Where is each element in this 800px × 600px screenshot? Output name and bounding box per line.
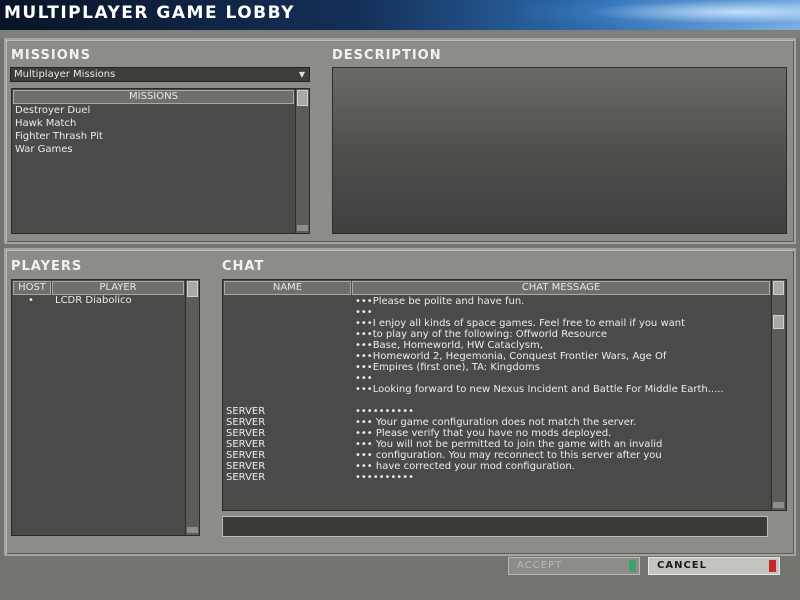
chat-message-text: •••Base, Homeworld, HW Cataclysm, xyxy=(355,340,543,351)
cancel-button-label: CANCEL xyxy=(657,560,707,571)
player-host-indicator: • xyxy=(28,295,34,306)
mission-type-value: Multiplayer Missions xyxy=(14,69,116,80)
players-col-host[interactable]: HOST xyxy=(13,281,51,295)
chevron-down-icon[interactable]: ▼ xyxy=(299,68,305,81)
missions-scrollbar[interactable] xyxy=(295,89,309,233)
chat-message-sender: SERVER xyxy=(226,428,266,439)
cancel-status-indicator xyxy=(769,560,776,572)
accept-button[interactable]: ACCEPT xyxy=(508,557,640,575)
description-box xyxy=(332,67,787,234)
chat-message-text: ••• have corrected your mod configuratio… xyxy=(355,461,575,472)
chat-message-sender: SERVER xyxy=(226,439,266,450)
chat-heading: CHAT xyxy=(222,259,265,274)
chat-scrollbar[interactable] xyxy=(771,280,785,510)
chat-message-text: ••• Your game configuration does not mat… xyxy=(355,417,637,428)
players-heading: PLAYERS xyxy=(11,259,83,274)
player-name[interactable]: LCDR Diabolico xyxy=(55,295,132,306)
title-bar-glow xyxy=(500,0,800,30)
chat-message-text: •••to play any of the following: Offworl… xyxy=(355,329,608,340)
chat-scrollbar-position[interactable] xyxy=(773,315,784,329)
chat-message-text: ••• xyxy=(355,307,373,318)
chat-message-text: •••Empires (first one), TA: Kingdoms xyxy=(355,362,540,373)
chat-message-text: •••Looking forward to new Nexus Incident… xyxy=(355,384,724,395)
chat-col-message[interactable]: CHAT MESSAGE xyxy=(352,281,770,295)
chat-message-sender: SERVER xyxy=(226,417,266,428)
chat-message-text: ••• You will not be permitted to join th… xyxy=(355,439,663,450)
chat-input[interactable] xyxy=(222,516,768,537)
players-scroll-down-arrow[interactable] xyxy=(187,527,198,533)
players-scrollbar[interactable] xyxy=(185,280,199,535)
mission-item[interactable]: Destroyer Duel xyxy=(15,105,90,116)
chat-col-name[interactable]: NAME xyxy=(224,281,351,295)
accept-button-label: ACCEPT xyxy=(517,560,563,571)
chat-message-text: ••• Please verify that you have no mods … xyxy=(355,428,612,439)
frame-top-border xyxy=(0,30,800,38)
window-title: MULTIPLAYER GAME LOBBY xyxy=(4,3,295,23)
chat-message-text: •••I enjoy all kinds of space games. Fee… xyxy=(355,318,686,329)
missions-scroll-down-arrow[interactable] xyxy=(297,225,308,231)
chat-scrollbar-thumb[interactable] xyxy=(773,281,784,295)
chat-message-text: •••Please be polite and have fun. xyxy=(355,296,525,307)
accept-status-indicator xyxy=(629,560,636,572)
chat-message-text: ••• xyxy=(355,373,373,384)
missions-heading: MISSIONS xyxy=(11,48,92,63)
missions-list-header[interactable]: MISSIONS xyxy=(13,90,294,104)
chat-log[interactable] xyxy=(222,279,787,511)
cancel-button[interactable]: CANCEL xyxy=(648,557,780,575)
players-col-player[interactable]: PLAYER xyxy=(52,281,184,295)
chat-message-text: ••• configuration. You may reconnect to … xyxy=(355,450,662,461)
chat-message-sender: SERVER xyxy=(226,450,266,461)
chat-message-sender: SERVER xyxy=(226,461,266,472)
chat-message-text: •••Homeworld 2, Hegemonia, Conquest Fron… xyxy=(355,351,667,362)
chat-scroll-down-arrow[interactable] xyxy=(773,502,784,508)
players-list[interactable] xyxy=(11,279,200,536)
mission-item[interactable]: Hawk Match xyxy=(15,118,76,129)
chat-message-text: •••••••••• xyxy=(355,472,414,483)
mission-item[interactable]: Fighter Thrash Pit xyxy=(15,131,103,142)
missions-scrollbar-thumb[interactable] xyxy=(297,90,308,106)
title-bar: MULTIPLAYER GAME LOBBY xyxy=(0,0,800,30)
chat-message-text: •••••••••• xyxy=(355,406,414,417)
description-heading: DESCRIPTION xyxy=(332,48,442,63)
players-scrollbar-thumb[interactable] xyxy=(187,281,198,297)
mission-type-dropdown[interactable]: Multiplayer Missions ▼ xyxy=(10,67,310,82)
chat-message-sender: SERVER xyxy=(226,472,266,483)
chat-message-sender: SERVER xyxy=(226,406,266,417)
mission-item[interactable]: War Games xyxy=(15,144,73,155)
